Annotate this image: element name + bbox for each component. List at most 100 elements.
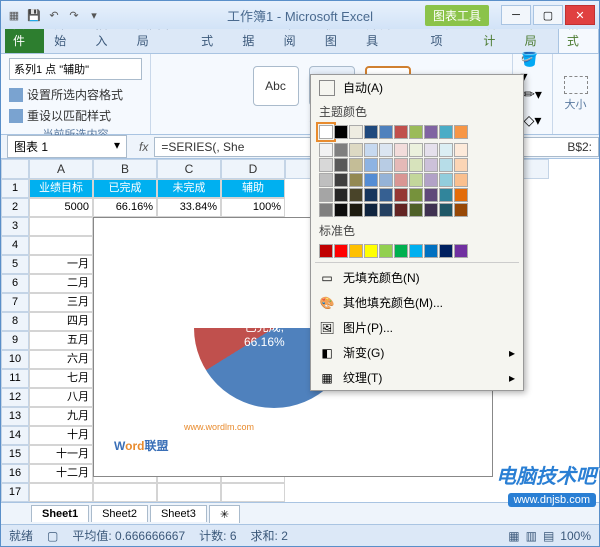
color-swatch[interactable]	[454, 143, 468, 157]
color-swatch[interactable]	[364, 125, 378, 139]
color-swatch[interactable]	[439, 173, 453, 187]
row-hdr[interactable]: 13	[1, 407, 29, 426]
view-break-icon[interactable]: ▤	[543, 529, 554, 543]
color-swatch[interactable]	[349, 188, 363, 202]
color-swatch[interactable]	[439, 244, 453, 258]
redo-icon[interactable]: ↷	[65, 6, 83, 24]
color-swatch[interactable]	[364, 244, 378, 258]
cell[interactable]: 二月	[29, 274, 93, 293]
cell[interactable]: 五月	[29, 331, 93, 350]
shape-outline-button[interactable]: ✏▾	[521, 84, 545, 104]
cell[interactable]: 六月	[29, 350, 93, 369]
view-normal-icon[interactable]: ▦	[508, 529, 519, 543]
color-swatch[interactable]	[319, 125, 333, 139]
cell[interactable]: 辅助	[221, 179, 285, 198]
col-a[interactable]: A	[29, 159, 93, 179]
color-swatch[interactable]	[424, 143, 438, 157]
new-sheet-button[interactable]: ✳	[209, 505, 240, 523]
row-hdr[interactable]: 16	[1, 464, 29, 483]
color-swatch[interactable]	[394, 203, 408, 217]
row-hdr[interactable]: 11	[1, 369, 29, 388]
sheet-tab-3[interactable]: Sheet3	[150, 505, 207, 522]
maximize-button[interactable]: ▢	[533, 5, 563, 25]
color-swatch[interactable]	[439, 203, 453, 217]
cell[interactable]	[29, 217, 93, 236]
color-swatch[interactable]	[394, 125, 408, 139]
color-swatch[interactable]	[334, 143, 348, 157]
cell[interactable]: 66.16%	[93, 198, 157, 217]
row-hdr[interactable]: 4	[1, 236, 29, 255]
color-swatch[interactable]	[379, 244, 393, 258]
cell[interactable]: 八月	[29, 388, 93, 407]
sheet-tab-1[interactable]: Sheet1	[31, 505, 89, 522]
cell[interactable]	[29, 483, 93, 502]
cell[interactable]: 十一月	[29, 445, 93, 464]
row-hdr[interactable]: 7	[1, 293, 29, 312]
color-swatch[interactable]	[334, 158, 348, 172]
select-all-corner[interactable]	[1, 159, 29, 179]
color-swatch[interactable]	[454, 244, 468, 258]
color-swatch[interactable]	[379, 143, 393, 157]
color-swatch[interactable]	[334, 244, 348, 258]
cell[interactable]: 100%	[221, 198, 285, 217]
zoom-level[interactable]: 100%	[560, 529, 591, 543]
color-swatch[interactable]	[364, 143, 378, 157]
color-swatch[interactable]	[334, 125, 348, 139]
color-swatch[interactable]	[409, 203, 423, 217]
fill-auto[interactable]: 自动(A)	[311, 75, 523, 100]
color-swatch[interactable]	[379, 125, 393, 139]
row-hdr[interactable]: 6	[1, 274, 29, 293]
fx-icon[interactable]: fx	[133, 140, 154, 154]
cell[interactable]: 七月	[29, 369, 93, 388]
fill-texture[interactable]: ▦纹理(T)▸	[311, 365, 523, 390]
color-swatch[interactable]	[424, 244, 438, 258]
col-d[interactable]: D	[221, 159, 285, 179]
color-swatch[interactable]	[364, 203, 378, 217]
color-swatch[interactable]	[424, 203, 438, 217]
row-hdr[interactable]: 17	[1, 483, 29, 502]
color-swatch[interactable]	[364, 188, 378, 202]
cell[interactable]: 一月	[29, 255, 93, 274]
color-swatch[interactable]	[409, 125, 423, 139]
color-swatch[interactable]	[394, 143, 408, 157]
color-swatch[interactable]	[349, 173, 363, 187]
row-hdr[interactable]: 10	[1, 350, 29, 369]
row-hdr[interactable]: 2	[1, 198, 29, 217]
color-swatch[interactable]	[424, 125, 438, 139]
color-swatch[interactable]	[379, 158, 393, 172]
undo-icon[interactable]: ↶	[45, 6, 63, 24]
fill-picture[interactable]: 🖼图片(P)...	[311, 315, 523, 340]
color-swatch[interactable]	[424, 188, 438, 202]
color-swatch[interactable]	[349, 125, 363, 139]
minimize-button[interactable]: ─	[501, 5, 531, 25]
status-record-icon[interactable]: ▢	[47, 529, 58, 543]
cell[interactable]	[221, 483, 285, 502]
color-swatch[interactable]	[319, 158, 333, 172]
color-swatch[interactable]	[349, 203, 363, 217]
cell[interactable]: 十二月	[29, 464, 93, 483]
color-swatch[interactable]	[319, 173, 333, 187]
color-swatch[interactable]	[349, 143, 363, 157]
color-swatch[interactable]	[379, 173, 393, 187]
cell[interactable]: 未完成	[157, 179, 221, 198]
row-hdr[interactable]: 8	[1, 312, 29, 331]
color-swatch[interactable]	[424, 158, 438, 172]
color-swatch[interactable]	[439, 188, 453, 202]
cell[interactable]: 三月	[29, 293, 93, 312]
color-swatch[interactable]	[334, 188, 348, 202]
cell[interactable]	[29, 236, 93, 255]
cell[interactable]: 已完成	[93, 179, 157, 198]
chevron-down-icon[interactable]: ▾	[114, 138, 120, 155]
color-swatch[interactable]	[409, 173, 423, 187]
cell[interactable]: 十月	[29, 426, 93, 445]
row-hdr[interactable]: 14	[1, 426, 29, 445]
color-swatch[interactable]	[424, 173, 438, 187]
cell[interactable]: 业绩目标	[29, 179, 93, 198]
color-swatch[interactable]	[379, 188, 393, 202]
cell[interactable]: 33.84%	[157, 198, 221, 217]
color-swatch[interactable]	[364, 173, 378, 187]
row-hdr[interactable]: 15	[1, 445, 29, 464]
color-swatch[interactable]	[454, 203, 468, 217]
row-hdr[interactable]: 9	[1, 331, 29, 350]
fill-gradient[interactable]: ◧渐变(G)▸	[311, 340, 523, 365]
